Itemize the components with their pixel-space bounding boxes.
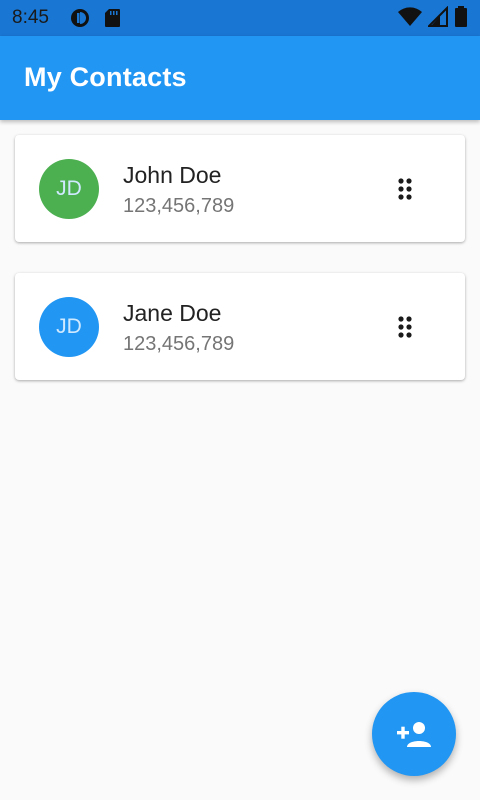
- signal-icon: [426, 5, 448, 33]
- avatar: JD: [39, 159, 99, 219]
- app-bar: My Contacts: [0, 36, 480, 120]
- drag-handle-button[interactable]: [389, 309, 421, 345]
- drag-handle-button[interactable]: [389, 171, 421, 207]
- data-saver-icon: [70, 8, 90, 33]
- status-time: 8:45: [12, 7, 49, 28]
- add-contact-button[interactable]: [372, 692, 456, 776]
- screen: 8:45 My Contacts JD John Doe 123,456,789…: [0, 0, 480, 800]
- drag-dots-icon: [398, 316, 412, 338]
- drag-dots-icon: [398, 178, 412, 200]
- contact-name: John Doe: [123, 162, 222, 188]
- person-add-icon: [397, 722, 431, 747]
- contact-card[interactable]: JD John Doe 123,456,789: [15, 135, 465, 242]
- avatar: JD: [39, 297, 99, 357]
- sd-card-icon: [104, 8, 121, 33]
- battery-icon: [454, 6, 468, 33]
- wifi-icon: [398, 6, 422, 33]
- contact-phone: 123,456,789: [123, 195, 235, 217]
- contact-list: JD John Doe 123,456,789 JD Jane Doe 123,…: [15, 135, 465, 411]
- page-title: My Contacts: [24, 62, 187, 92]
- status-bar: 8:45: [0, 0, 480, 36]
- contact-phone: 123,456,789: [123, 333, 235, 355]
- avatar-initials: JD: [56, 177, 82, 200]
- contact-card[interactable]: JD Jane Doe 123,456,789: [15, 273, 465, 380]
- contact-name: Jane Doe: [123, 300, 222, 326]
- avatar-initials: JD: [56, 315, 82, 338]
- status-icons: [398, 5, 468, 33]
